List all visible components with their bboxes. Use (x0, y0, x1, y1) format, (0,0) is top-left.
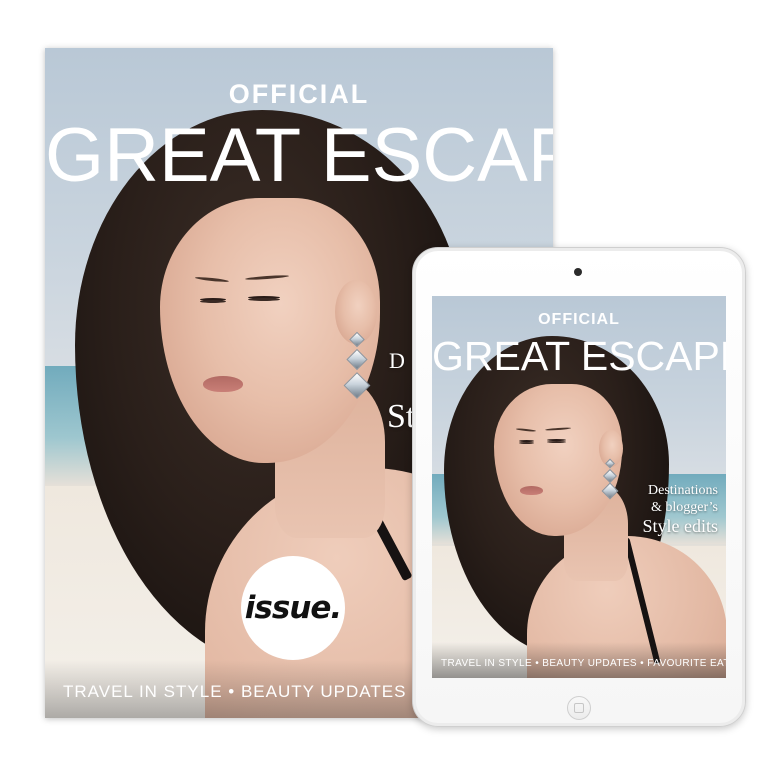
tablet-tagline-line2: & blogger’s (650, 500, 718, 515)
tablet-model-eye-left (519, 442, 534, 444)
tablet-device: OFFICIAL GREAT ESCAPE Destinations & blo… (412, 247, 746, 727)
product-mockup: OFFICIAL GREAT ESCAPE D St issue. TRAVEL… (0, 0, 784, 784)
earring (343, 331, 371, 414)
tablet-earring (601, 458, 619, 508)
magazine-footer: TRAVEL IN STYLE • BEAUTY UPDATES • FA (63, 682, 448, 701)
tablet-model-lips (520, 486, 543, 495)
model-lips (203, 376, 243, 392)
issue-logo-text: issue. (244, 590, 342, 626)
magazine-tagline-cropped-1: D (389, 348, 405, 373)
earring-gem-top (349, 331, 365, 348)
magazine-kicker: OFFICIAL (228, 79, 370, 109)
home-button[interactable] (567, 696, 591, 720)
model-eye-left (200, 300, 226, 303)
tablet-tagline: Destinations & blogger’s Style edits (643, 482, 719, 536)
tablet-title: GREAT ESCAPE (432, 333, 726, 379)
issue-logo: issue. (241, 556, 345, 660)
tablet-earring-gem-middle (602, 468, 618, 484)
camera-icon (574, 268, 582, 276)
model-eye-right (248, 298, 280, 301)
tablet-kicker: OFFICIAL (538, 311, 620, 328)
tablet-screen[interactable]: OFFICIAL GREAT ESCAPE Destinations & blo… (432, 296, 726, 678)
tablet-tagline-line3: Style edits (642, 516, 719, 536)
tablet-model-eye-right (547, 441, 566, 443)
tablet-footer: TRAVEL IN STYLE • BEAUTY UPDATES • FAVOU… (441, 658, 726, 669)
tablet-tagline-line1: Destinations (648, 483, 718, 498)
tablet-earring-gem-top (605, 458, 615, 469)
magazine-title: GREAT ESCAPE (45, 113, 553, 198)
